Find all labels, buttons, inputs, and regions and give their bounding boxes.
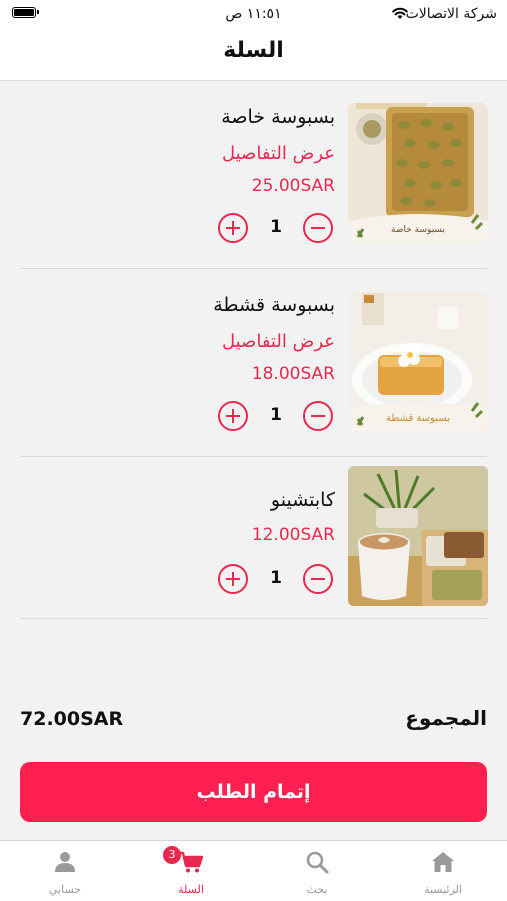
product-price: 12.00SAR <box>251 525 335 545</box>
quantity-value: 1 <box>270 568 282 588</box>
person-icon <box>55 852 75 872</box>
tab-label: الرئيسية <box>424 883 462 896</box>
decrease-quantity-button[interactable] <box>303 401 333 431</box>
minus-icon <box>311 226 325 230</box>
search-icon <box>306 851 329 874</box>
status-time: ١١:٥١ ص <box>225 6 282 22</box>
increase-quantity-button[interactable] <box>218 213 248 243</box>
page-title: السلة <box>223 38 284 63</box>
product-price: 25.00SAR <box>251 176 335 196</box>
navigation-bar: السلة <box>0 30 507 81</box>
tab-label: بحث <box>306 883 328 896</box>
tab-cart[interactable]: 3 السلة <box>128 841 254 901</box>
decrease-quantity-button[interactable] <box>303 213 333 243</box>
minus-icon <box>311 577 325 581</box>
cart-item: كابتشينو 12.00SAR 1 <box>0 457 507 619</box>
tab-account[interactable]: حسابي <box>2 841 128 901</box>
quantity-value: 1 <box>270 405 282 425</box>
product-image-basbousa-cream[interactable]: بسبوسة قشطة <box>348 291 488 431</box>
total-value: 72.00SAR <box>20 708 124 730</box>
cart-item: بسبوسة خاصة بسبوسة خاصة عرض التفاصيل 25.… <box>0 81 507 269</box>
product-name: بسبوسة خاصة <box>221 106 335 128</box>
tab-label: حسابي <box>48 883 82 896</box>
increase-quantity-button[interactable] <box>218 564 248 594</box>
cart-count-badge: 3 <box>163 846 181 864</box>
battery-icon <box>12 7 39 18</box>
tab-bar: الرئيسية بحث 3 السلة حسابي <box>0 840 507 901</box>
cart-item: بسبوسة قشطة بسبوسة قشطة عرض التفاصيل 18.… <box>0 269 507 457</box>
tab-search[interactable]: بحث <box>254 841 380 901</box>
home-icon <box>432 852 454 872</box>
status-bar: شركة الاتصالات ١١:٥١ ص <box>0 0 507 30</box>
total-label: المجموع <box>405 706 487 730</box>
tab-home[interactable]: الرئيسية <box>380 841 506 901</box>
product-image-basbousa-special[interactable]: بسبوسة خاصة <box>348 103 488 243</box>
tab-label: السلة <box>178 883 204 896</box>
quantity-value: 1 <box>270 217 282 237</box>
checkout-button[interactable]: إتمام الطلب <box>20 762 487 822</box>
product-price: 18.00SAR <box>251 364 335 384</box>
increase-quantity-button[interactable] <box>218 401 248 431</box>
decrease-quantity-button[interactable] <box>303 564 333 594</box>
view-details-link[interactable]: عرض التفاصيل <box>222 331 335 352</box>
product-name: بسبوسة قشطة <box>213 294 335 316</box>
item-divider <box>20 618 487 619</box>
product-name: كابتشينو <box>270 489 335 511</box>
view-details-link[interactable]: عرض التفاصيل <box>222 143 335 164</box>
image-caption: بسبوسة خاصة <box>391 225 445 235</box>
order-total: المجموع 72.00SAR <box>20 706 487 736</box>
minus-icon <box>311 414 325 418</box>
product-image-cappuccino[interactable] <box>348 466 488 606</box>
cart-icon <box>179 851 204 873</box>
image-caption: بسبوسة قشطة <box>386 413 450 424</box>
